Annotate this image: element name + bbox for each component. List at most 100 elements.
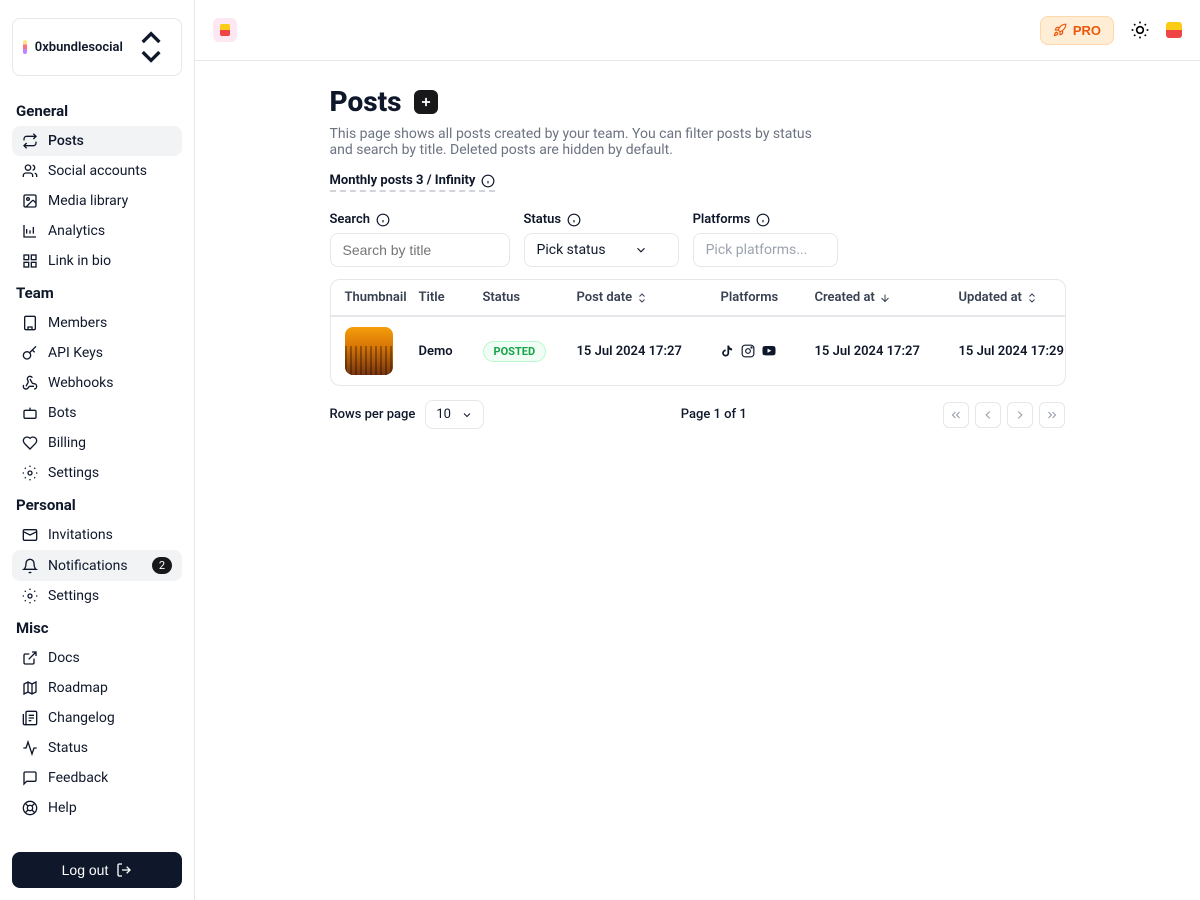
sidebar-item-team-settings[interactable]: Settings [12,458,182,488]
logout-icon [116,862,132,878]
bot-icon [22,405,38,421]
sidebar-item-changelog[interactable]: Changelog [12,703,182,733]
chevrons-left-icon [949,408,963,422]
info-icon[interactable] [376,213,390,227]
table-row[interactable]: Demo POSTED 15 Jul 2024 17:27 15 Jul 202… [331,316,1065,385]
sidebar-item-billing[interactable]: Billing [12,428,182,458]
lifebuoy-icon [22,800,38,816]
status-value: Pick status [537,242,606,258]
external-icon [22,650,38,666]
sidebar-item-link-in-bio[interactable]: Link in bio [12,246,182,276]
sidebar-item-bots[interactable]: Bots [12,398,182,428]
add-post-button[interactable] [414,90,438,114]
sidebar-item-label: Feedback [48,770,108,786]
newspaper-icon [22,710,38,726]
theme-toggle[interactable] [1124,14,1156,46]
sidebar-item-roadmap[interactable]: Roadmap [12,673,182,703]
user-avatar[interactable] [1166,22,1182,38]
rows-value: 10 [436,407,451,422]
info-icon[interactable] [481,174,495,188]
org-switcher[interactable]: 0xbundlesocial [12,18,182,76]
pro-label: PRO [1073,23,1101,38]
platforms-input[interactable]: Pick platforms... [693,233,838,267]
next-page-button[interactable] [1007,402,1033,428]
rows-per-page-label: Rows per page [330,407,416,422]
last-page-button[interactable] [1039,402,1065,428]
sidebar-item-media-library[interactable]: Media library [12,186,182,216]
chart-icon [22,223,38,239]
building-icon [22,315,38,331]
sidebar-item-label: API Keys [48,345,103,361]
sidebar-item-status[interactable]: Status [12,733,182,763]
pagination: Rows per page 10 Page 1 of 1 [330,400,1066,429]
mail-icon [22,527,38,543]
search-input[interactable] [330,233,510,267]
sidebar-item-label: Posts [48,133,84,149]
sidebar-item-label: Members [48,315,107,331]
sidebar-item-personal-settings[interactable]: Settings [12,581,182,611]
sort-icon [636,292,648,304]
info-icon[interactable] [567,213,581,227]
gear-icon [22,465,38,481]
sidebar-item-label: Roadmap [48,680,108,696]
section-general: General [16,102,178,120]
info-icon[interactable] [756,213,770,227]
sidebar-item-posts[interactable]: Posts [12,126,182,156]
sidebar-item-social-accounts[interactable]: Social accounts [12,156,182,186]
col-updated-at[interactable]: Updated at [959,290,1066,305]
chevron-right-icon [1013,408,1027,422]
main: PRO Posts This page shows all posts crea… [195,0,1200,900]
image-icon [22,193,38,209]
sidebar-item-label: Bots [48,405,77,421]
sidebar-item-label: Settings [48,465,99,481]
key-icon [22,345,38,361]
first-page-button[interactable] [943,402,969,428]
logout-button[interactable]: Log out [12,852,182,888]
post-platforms [721,344,811,358]
search-label: Search [330,212,510,227]
app-logo[interactable] [213,18,237,42]
rows-per-page-select[interactable]: 10 [425,400,484,429]
status-label: Status [524,212,679,227]
chevrons-right-icon [1045,408,1059,422]
sidebar-item-members[interactable]: Members [12,308,182,338]
updated-at: 15 Jul 2024 17:29 [959,344,1066,359]
monthly-posts-indicator: Monthly posts 3 / Infinity [330,173,496,192]
map-icon [22,680,38,696]
monthly-label: Monthly posts 3 / Infinity [330,173,476,188]
col-post-date[interactable]: Post date [577,290,717,305]
bell-icon [22,558,38,574]
status-badge: POSTED [483,341,547,362]
chevrons-up-down-icon [131,27,171,67]
sidebar-item-notifications[interactable]: Notifications 2 [12,550,182,581]
sidebar-item-docs[interactable]: Docs [12,643,182,673]
grid-icon [22,253,38,269]
sidebar-item-feedback[interactable]: Feedback [12,763,182,793]
table-header: Thumbnail Title Status Post date Platfor… [331,280,1065,316]
page-info: Page 1 of 1 [681,407,747,422]
webhook-icon [22,375,38,391]
topbar: PRO [195,0,1200,61]
status-select[interactable]: Pick status [524,233,679,267]
col-status[interactable]: Status [483,290,573,305]
section-personal: Personal [16,496,178,514]
section-team: Team [16,284,178,302]
sidebar-item-label: Analytics [48,223,105,239]
youtube-icon [761,344,777,358]
sidebar-item-label: Settings [48,588,99,604]
sidebar-item-api-keys[interactable]: API Keys [12,338,182,368]
gear-icon [22,588,38,604]
pro-button[interactable]: PRO [1040,16,1114,45]
sidebar-item-help[interactable]: Help [12,793,182,823]
rocket-icon [1053,23,1067,37]
sidebar-item-webhooks[interactable]: Webhooks [12,368,182,398]
sidebar-item-analytics[interactable]: Analytics [12,216,182,246]
prev-page-button[interactable] [975,402,1001,428]
logout-label: Log out [62,862,109,878]
sun-icon [1130,20,1150,40]
col-created-at[interactable]: Created at [815,290,955,305]
chevron-left-icon [981,408,995,422]
col-title[interactable]: Title [419,290,479,305]
sidebar-item-invitations[interactable]: Invitations [12,520,182,550]
post-date: 15 Jul 2024 17:27 [577,344,717,359]
